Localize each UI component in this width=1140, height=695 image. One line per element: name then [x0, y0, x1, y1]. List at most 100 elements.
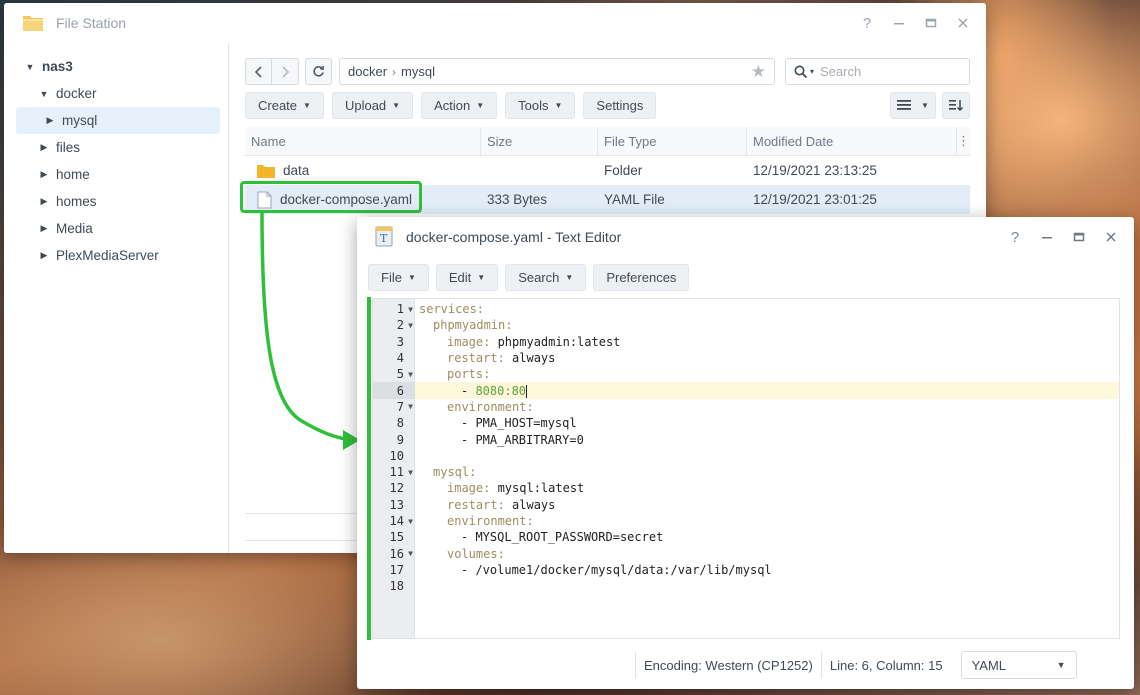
tree-item-label: docker: [56, 86, 97, 101]
folder-icon: [257, 163, 275, 178]
back-button[interactable]: [245, 58, 272, 85]
settings-button[interactable]: Settings: [583, 91, 657, 119]
caret-right-icon[interactable]: ▶: [38, 250, 50, 261]
code-line[interactable]: 18: [373, 578, 1119, 594]
column-header-size[interactable]: Size: [481, 127, 598, 155]
help-button[interactable]: ?: [1002, 225, 1028, 249]
caret-down-icon[interactable]: ▼: [24, 62, 36, 72]
status-bar: Encoding: Western (CP1252) Line: 6, Colu…: [357, 641, 1134, 689]
tree-item-label: homes: [56, 194, 97, 209]
tree-item-homes[interactable]: ▶ homes: [4, 188, 228, 215]
code-line[interactable]: 6 - 8080:80: [373, 382, 1119, 399]
code-line[interactable]: 4 restart: always: [373, 350, 1119, 366]
code-line[interactable]: 13 restart: always: [373, 497, 1119, 513]
yaml-key: ports:: [447, 367, 491, 382]
search-input[interactable]: ▾ Search: [785, 58, 970, 85]
caret-right-icon[interactable]: ▶: [44, 115, 56, 126]
search-options-chevron-icon[interactable]: ▾: [810, 67, 814, 76]
column-header-type[interactable]: File Type: [598, 127, 747, 155]
fold-toggle-icon[interactable]: ▼: [408, 305, 413, 314]
fold-toggle-icon[interactable]: ▼: [408, 370, 413, 379]
file-station-titlebar[interactable]: File Station ?: [4, 3, 986, 43]
code-line[interactable]: 1 ▼ services:: [373, 301, 1119, 317]
path-bar[interactable]: docker › mysql ★: [339, 58, 775, 85]
fold-toggle-icon[interactable]: ▼: [408, 549, 413, 558]
caret-right-icon[interactable]: ▶: [38, 169, 50, 180]
file-menu-label: File: [381, 270, 402, 285]
chevron-down-icon: ▼: [1056, 660, 1066, 670]
code-line[interactable]: 17 - /volume1/docker/mysql/data:/var/lib/…: [373, 562, 1119, 578]
edit-menu-button[interactable]: Edit ▼: [435, 264, 499, 291]
maximize-button[interactable]: [918, 11, 944, 35]
code-line[interactable]: 5 ▼ ports:: [373, 366, 1119, 382]
view-mode-button[interactable]: ▼: [890, 91, 936, 119]
caret-down-icon[interactable]: ▼: [38, 89, 50, 99]
column-options-icon[interactable]: ⋮: [957, 127, 970, 155]
tree-item-mysql[interactable]: ▶ mysql: [16, 107, 220, 134]
column-header-name[interactable]: Name: [245, 127, 481, 155]
tree-item-home[interactable]: ▶ home: [4, 161, 228, 188]
caret-right-icon[interactable]: ▶: [38, 196, 50, 207]
tree-item-nas3[interactable]: ▼ nas3: [4, 53, 228, 80]
fold-toggle-icon[interactable]: ▼: [408, 468, 413, 477]
line-number: 6: [373, 382, 415, 399]
line-number: 2 ▼: [373, 317, 415, 333]
fold-toggle-icon[interactable]: ▼: [408, 517, 413, 526]
caret-right-icon[interactable]: ▶: [38, 142, 50, 153]
forward-button[interactable]: [272, 58, 299, 85]
code-line[interactable]: 3 image: phpmyadmin:latest: [373, 334, 1119, 350]
help-button[interactable]: ?: [854, 11, 880, 35]
code-line[interactable]: 9 - PMA_ARBITRARY=0: [373, 431, 1119, 447]
path-segment-docker[interactable]: docker: [348, 64, 387, 79]
code-line[interactable]: 7 ▼ environment:: [373, 399, 1119, 415]
action-button[interactable]: Action ▼: [421, 91, 498, 119]
refresh-button[interactable]: [305, 58, 332, 85]
tree-item-docker[interactable]: ▼ docker: [4, 80, 228, 107]
file-name: data: [283, 163, 310, 178]
upload-label: Upload: [344, 97, 387, 113]
caret-right-icon[interactable]: ▶: [38, 223, 50, 234]
code-line[interactable]: 2 ▼ phpmyadmin:: [373, 317, 1119, 333]
tree-item-files[interactable]: ▶ files: [4, 134, 228, 161]
minimize-button[interactable]: [886, 11, 912, 35]
tree-item-label: Media: [56, 221, 93, 236]
highlight-annotation-box: [240, 181, 422, 213]
tree-item-media[interactable]: ▶ Media: [4, 215, 228, 242]
close-button[interactable]: [1098, 225, 1124, 249]
code-line[interactable]: 12 image: mysql:latest: [373, 480, 1119, 496]
encoding-status[interactable]: Encoding: Western (CP1252): [636, 658, 821, 673]
code-line[interactable]: 14 ▼ environment:: [373, 513, 1119, 529]
code-line[interactable]: 16 ▼ volumes:: [373, 545, 1119, 561]
code-text: mysql:: [415, 465, 476, 479]
syntax-mode-select[interactable]: YAML ▼: [960, 651, 1077, 679]
fold-toggle-icon[interactable]: ▼: [408, 402, 413, 411]
maximize-button[interactable]: [1066, 225, 1092, 249]
code-line[interactable]: 10: [373, 448, 1119, 464]
preferences-button[interactable]: Preferences: [593, 264, 690, 291]
cell-type: YAML File: [604, 192, 665, 207]
path-segment-mysql[interactable]: mysql: [401, 64, 435, 79]
tools-button[interactable]: Tools ▼: [505, 91, 576, 119]
search-placeholder: Search: [820, 64, 862, 79]
text-editor-titlebar[interactable]: T docker-compose.yaml - Text Editor ?: [357, 217, 1134, 257]
column-header-modified[interactable]: Modified Date: [747, 127, 957, 155]
line-number-text: 15: [389, 530, 404, 545]
line-number-text: 14: [389, 514, 404, 528]
create-button[interactable]: Create ▼: [245, 91, 324, 119]
favorite-star-icon[interactable]: ★: [751, 62, 766, 82]
upload-button[interactable]: Upload ▼: [331, 91, 414, 119]
close-button[interactable]: [950, 11, 976, 35]
fold-toggle-icon[interactable]: ▼: [408, 321, 413, 330]
line-number-text: 7: [396, 399, 404, 414]
minimize-button[interactable]: [1034, 225, 1060, 249]
tree-item-plexmediaserver[interactable]: ▶ PlexMediaServer: [4, 242, 228, 269]
search-menu-button[interactable]: Search ▼: [505, 264, 587, 291]
code-line[interactable]: 15 - MYSQL_ROOT_PASSWORD=secret: [373, 529, 1119, 545]
sort-button[interactable]: [942, 91, 970, 119]
code-line[interactable]: 8 - PMA_HOST=mysql: [373, 415, 1119, 431]
line-number: 4: [373, 350, 415, 366]
file-menu-button[interactable]: File ▼: [368, 264, 429, 291]
code-editor[interactable]: 1 ▼ services: 2 ▼ phpmyadmin: 3 image: phpmyadm…: [372, 298, 1120, 639]
code-line[interactable]: 11 ▼ mysql:: [373, 464, 1119, 480]
line-number: 17: [373, 562, 415, 578]
